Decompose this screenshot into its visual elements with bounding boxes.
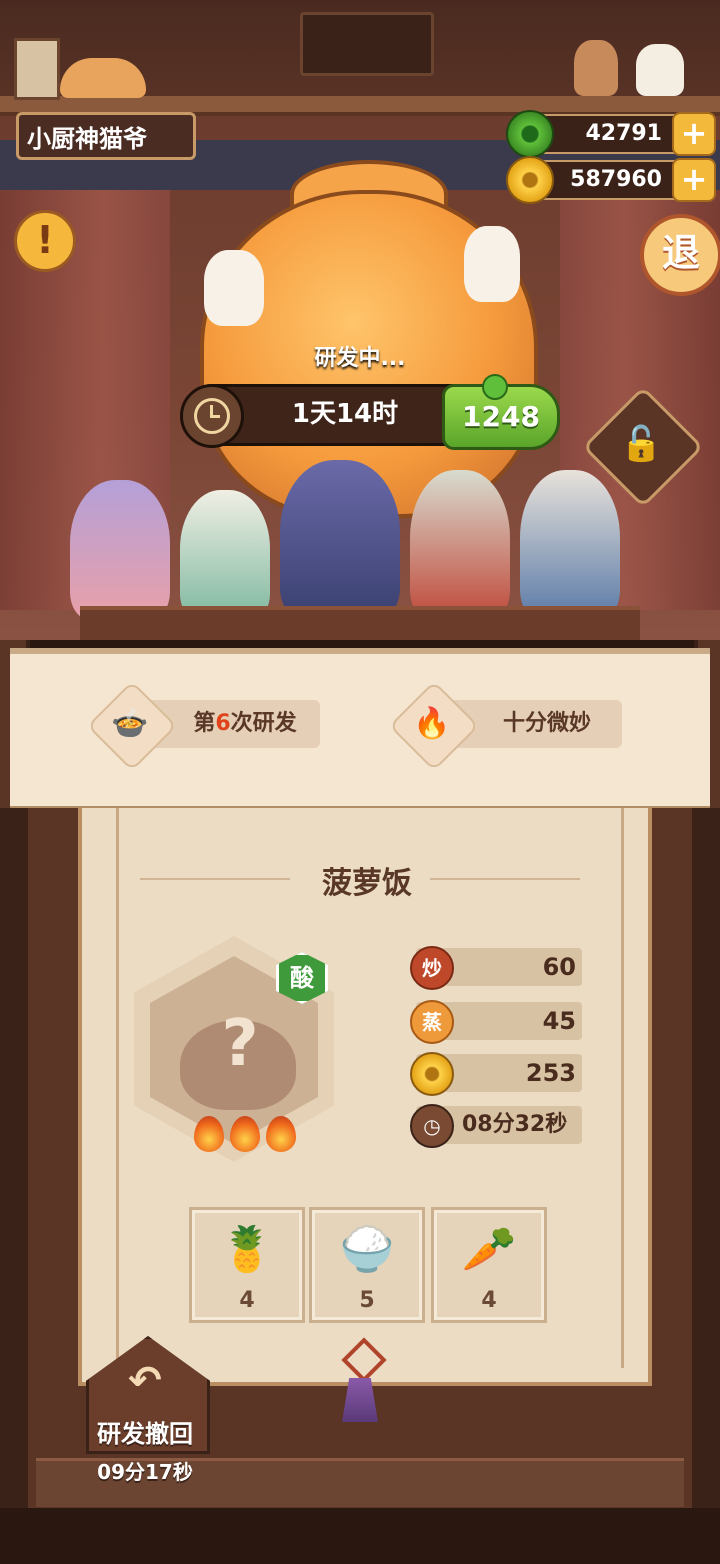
steam-value: 45: [542, 1007, 576, 1035]
unlock-icon: 🔓: [620, 424, 663, 464]
ingredient-slot[interactable]: 🥕 4: [434, 1210, 544, 1320]
cook-time-stat: ◷ 08分32秒: [410, 1104, 582, 1148]
coin-currency: 587960 +: [506, 156, 716, 204]
undo-research-label[interactable]: 研发撤回: [80, 1414, 210, 1449]
stir-fry-icon: 炒: [410, 946, 454, 990]
clock-icon: ◷: [410, 1104, 454, 1148]
gold-coin-icon: [506, 156, 554, 204]
ingredient-slot[interactable]: 🍍 4: [192, 1210, 302, 1320]
add-jade-button[interactable]: +: [672, 112, 716, 156]
heat-level: [192, 1116, 302, 1154]
jade-cost-icon: [482, 374, 508, 400]
pineapple-banana-icon: 🍍: [219, 1224, 275, 1275]
research-status: 研发中...: [314, 346, 406, 371]
attempt-number: 6: [215, 711, 231, 736]
research-time-remaining: 1天14时: [291, 399, 399, 429]
hanging-scroll-portrait: [300, 12, 434, 76]
undo-arrow-icon: ↶: [128, 1358, 162, 1404]
ingredient-count: 5: [359, 1288, 375, 1313]
jade-currency: 42791 +: [506, 110, 716, 158]
chef-old-man[interactable]: [520, 470, 620, 620]
dish-name: 菠萝饭: [322, 866, 412, 901]
cook-time-value: 08分32秒: [462, 1112, 568, 1137]
research-hint-pill: 🔥 十分微妙: [388, 680, 622, 772]
steam-icon: 蒸: [410, 1000, 454, 1044]
price-stat: 253: [410, 1052, 582, 1096]
chinese-knot-icon: [332, 1337, 388, 1424]
alert-button[interactable]: !: [14, 210, 76, 272]
flame-icon: [230, 1116, 260, 1152]
bench: [80, 606, 640, 640]
ingredient-count: 4: [481, 1288, 497, 1313]
research-hint-text: 十分微妙: [502, 711, 591, 736]
chef-figure-icon: [574, 40, 618, 96]
price-value: 253: [525, 1059, 576, 1087]
stir-fry-value: 60: [542, 953, 576, 981]
chef-purple-hair[interactable]: [70, 480, 170, 620]
unknown-dish-icon: ?: [221, 1007, 259, 1081]
steam-stat: 蒸 45: [410, 1000, 582, 1044]
attempt-count-text: 第6次研发: [193, 711, 297, 736]
rabbit-right-icon: [464, 226, 520, 302]
rabbit-left-icon: [204, 250, 264, 326]
clock-icon: [180, 384, 244, 448]
attempt-count-pill: 🍲 第6次研发: [86, 680, 320, 772]
add-coin-button[interactable]: +: [672, 158, 716, 202]
ingredient-count: 4: [239, 1288, 255, 1313]
gold-coin-icon: [410, 1052, 454, 1096]
chef-characters: [60, 450, 620, 620]
ingredient-slot[interactable]: 🍚 5: [312, 1210, 422, 1320]
stir-fry-stat: 炒 60: [410, 946, 582, 990]
pot-icon: 🍲: [111, 706, 149, 741]
player-name-plate[interactable]: 小厨神猫爷: [16, 112, 196, 160]
cat-figure-icon: [60, 58, 146, 98]
exit-button[interactable]: 退: [640, 214, 720, 296]
flame-icon: [266, 1116, 296, 1152]
carrot-icon: 🥕: [461, 1224, 517, 1275]
coin-amount: 587960: [570, 167, 662, 192]
chef-silver-robe[interactable]: [410, 470, 510, 620]
fire-icon: 🔥: [413, 706, 451, 741]
undo-research-timer: 09分17秒: [97, 1460, 193, 1484]
frame-decor-icon: [14, 38, 60, 100]
jade-amount: 42791: [585, 121, 662, 146]
chef-blue-warrior[interactable]: [280, 460, 400, 620]
chef-white-hair[interactable]: [180, 490, 270, 620]
white-cat-figure-icon: [636, 44, 684, 96]
rice-bowl-icon: 🍚: [339, 1224, 395, 1275]
flame-icon: [194, 1116, 224, 1152]
jade-coin-icon: [506, 110, 554, 158]
